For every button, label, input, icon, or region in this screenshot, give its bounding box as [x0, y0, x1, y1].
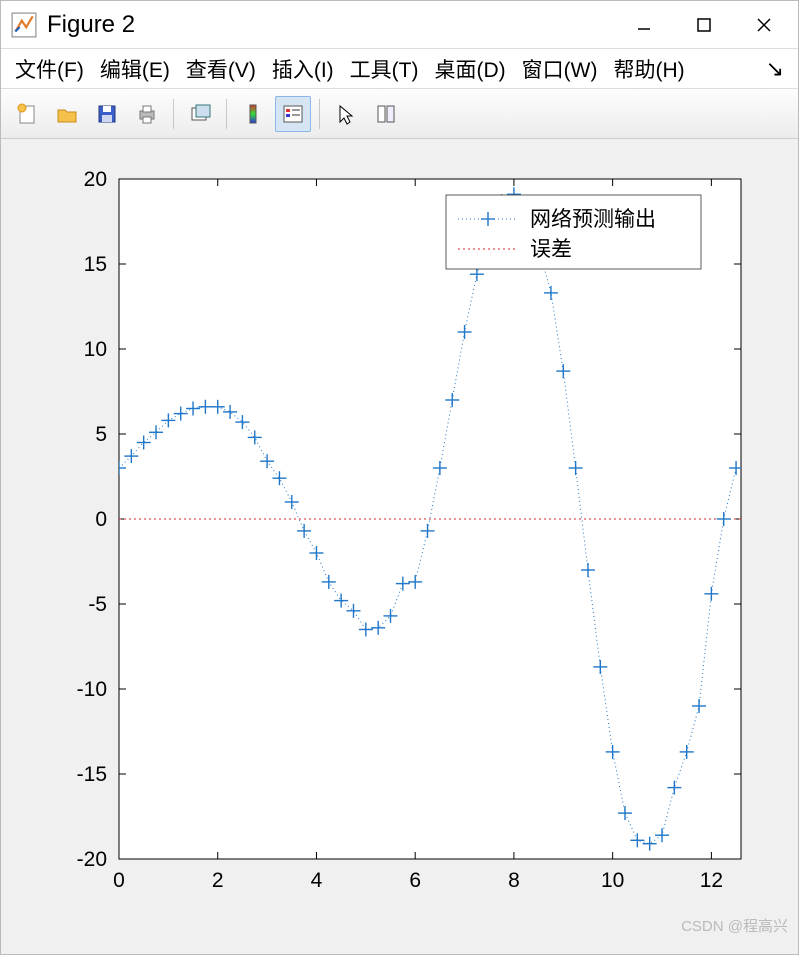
svg-text:10: 10 — [601, 869, 624, 892]
svg-text:-10: -10 — [77, 678, 107, 701]
svg-text:4: 4 — [311, 869, 323, 892]
svg-text:6: 6 — [409, 869, 421, 892]
toolbar-separator — [226, 99, 227, 129]
toolbar-separator — [319, 99, 320, 129]
menu-view[interactable]: 查看(V) — [178, 50, 264, 88]
plot-tools-button[interactable] — [368, 96, 404, 132]
close-button[interactable] — [734, 2, 794, 48]
legend-entry-error: 误差 — [530, 237, 572, 261]
svg-text:15: 15 — [84, 253, 107, 276]
figure-area: -20 -15 -10 -5 0 5 10 15 20 0 2 4 6 8 10 12 网络预测输出误差 CSD… — [1, 139, 798, 954]
new-figure-button[interactable] — [9, 96, 45, 132]
svg-text:5: 5 — [95, 423, 107, 446]
cursor-icon — [334, 102, 358, 126]
legend-icon — [281, 102, 305, 126]
copy-figure-icon — [188, 102, 212, 126]
menu-desktop[interactable]: 桌面(D) — [426, 50, 513, 88]
legend-entry-prediction: 网络预测输出 — [530, 207, 656, 231]
svg-text:20: 20 — [84, 168, 107, 191]
menu-tools[interactable]: 工具(T) — [342, 50, 427, 88]
maximize-button[interactable] — [674, 2, 734, 48]
print-button[interactable] — [129, 96, 165, 132]
colorbar-icon — [241, 102, 265, 126]
save-button[interactable] — [89, 96, 125, 132]
minimize-button[interactable] — [614, 2, 674, 48]
copy-figure-button[interactable] — [182, 96, 218, 132]
svg-text:0: 0 — [95, 508, 107, 531]
menu-insert[interactable]: 插入(I) — [264, 50, 342, 88]
toolbar-separator — [173, 99, 174, 129]
toolbar — [1, 89, 798, 139]
axes[interactable]: -20 -15 -10 -5 0 5 10 15 20 0 2 4 6 8 10 12 网络预测输出误差 — [1, 139, 799, 954]
menu-edit[interactable]: 编辑(E) — [92, 50, 178, 88]
menu-window[interactable]: 窗口(W) — [514, 50, 606, 88]
legend-button[interactable] — [275, 96, 311, 132]
plot-tools-icon — [374, 102, 398, 126]
print-icon — [135, 102, 159, 126]
open-button[interactable] — [49, 96, 85, 132]
matlab-icon — [11, 12, 37, 38]
new-file-icon — [15, 102, 39, 126]
svg-text:0: 0 — [113, 869, 125, 892]
svg-text:12: 12 — [700, 869, 723, 892]
svg-text:8: 8 — [508, 869, 520, 892]
window-title: Figure 2 — [47, 11, 614, 39]
save-icon — [95, 102, 119, 126]
menu-overflow-icon[interactable]: ↘ — [758, 52, 792, 86]
svg-text:-20: -20 — [77, 848, 107, 871]
open-folder-icon — [55, 102, 79, 126]
svg-text:-5: -5 — [88, 593, 107, 616]
svg-text:-15: -15 — [77, 763, 107, 786]
watermark-text: CSDN @程高兴 — [681, 915, 788, 936]
figure-window: Figure 2 文件(F) 编辑(E) 查看(V) 插入(I) 工具(T) 桌… — [0, 0, 799, 955]
menu-help[interactable]: 帮助(H) — [605, 50, 692, 88]
colorbar-button[interactable] — [235, 96, 271, 132]
menu-file[interactable]: 文件(F) — [7, 50, 92, 88]
svg-text:2: 2 — [212, 869, 224, 892]
window-controls — [614, 2, 794, 48]
svg-text:10: 10 — [84, 338, 107, 361]
cursor-button[interactable] — [328, 96, 364, 132]
titlebar: Figure 2 — [1, 1, 798, 49]
menubar: 文件(F) 编辑(E) 查看(V) 插入(I) 工具(T) 桌面(D) 窗口(W… — [1, 49, 798, 89]
